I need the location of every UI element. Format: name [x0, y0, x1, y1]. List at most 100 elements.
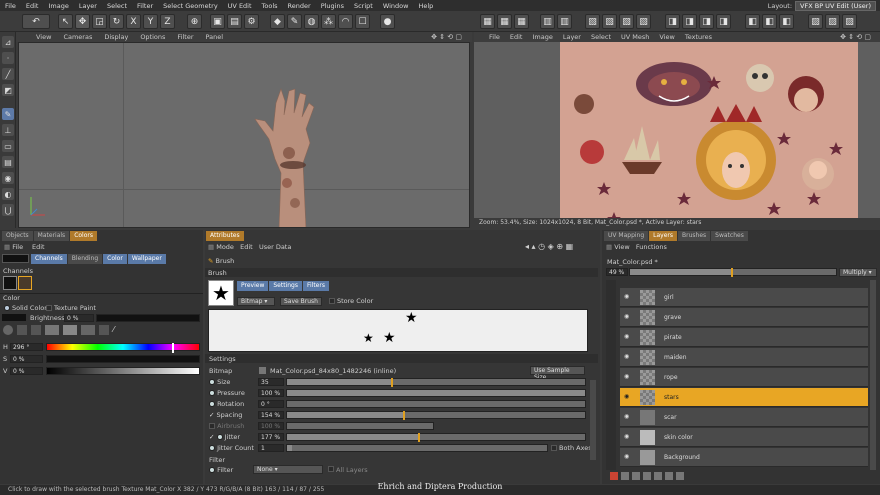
uv-menu-textures[interactable]: Textures	[680, 33, 717, 41]
visibility-eye-icon[interactable]: ◉	[624, 433, 634, 441]
uv-nav-icon[interactable]: ✥ ⇕ ⟲ ▢	[835, 33, 876, 41]
bitmap-dropdown[interactable]: Bitmap ▾	[237, 297, 275, 306]
menu-image[interactable]: Image	[43, 2, 73, 10]
size-slider[interactable]	[286, 378, 586, 387]
subtab-channels[interactable]: Channels	[31, 254, 67, 264]
all-layers-checkbox[interactable]	[328, 466, 334, 472]
3d-viewport[interactable]	[18, 42, 470, 228]
tab-swatches[interactable]: Swatches	[711, 231, 748, 241]
move-icon[interactable]: ✥	[75, 14, 90, 29]
layer-row-grave[interactable]: ◉ grave	[620, 308, 868, 327]
uv-tool-4-icon[interactable]: ▥	[540, 14, 555, 29]
spacing-field[interactable]: 154 %	[258, 411, 284, 419]
coordinate-icon[interactable]: ⊕	[187, 14, 202, 29]
visibility-eye-icon[interactable]: ◉	[624, 333, 634, 341]
subtab-preview[interactable]: Preview	[237, 281, 269, 291]
pressure-slider[interactable]	[286, 389, 586, 397]
render-view-icon[interactable]: ▣	[210, 14, 225, 29]
uv-tool-15-icon[interactable]: ◧	[762, 14, 777, 29]
tab-materials[interactable]: Materials	[33, 231, 70, 241]
viewport-menu-display[interactable]: Display	[98, 33, 134, 41]
attr-menu-user-data[interactable]: User Data	[259, 243, 291, 251]
axis-y-icon[interactable]: Y	[143, 14, 158, 29]
stamp-icon[interactable]: ⊥	[2, 124, 14, 136]
uv-tool-13-icon[interactable]: ◨	[716, 14, 731, 29]
uv-tool-18-icon[interactable]: ▨	[825, 14, 840, 29]
layout-dropdown[interactable]: VFX BP UV Edit (User)	[795, 0, 876, 11]
uv-tool-19-icon[interactable]: ▨	[842, 14, 857, 29]
uv-tool-14-icon[interactable]: ◧	[745, 14, 760, 29]
color-swatch-black[interactable]	[2, 254, 29, 263]
uv-tool-8-icon[interactable]: ▧	[619, 14, 634, 29]
live-select-icon[interactable]: ↖	[58, 14, 73, 29]
layer-row-skin-color[interactable]: ◉ skin color	[620, 428, 868, 447]
menu-uv-edit[interactable]: UV Edit	[223, 2, 257, 10]
layer-row-maiden[interactable]: ◉ maiden	[620, 348, 868, 367]
channel-color-swatch[interactable]	[3, 276, 17, 290]
menu-tools[interactable]: Tools	[257, 2, 283, 10]
merge-icon[interactable]	[654, 472, 662, 480]
uv-tool-6-icon[interactable]: ▧	[585, 14, 600, 29]
render-settings-icon[interactable]: ⚙	[244, 14, 259, 29]
paint-brush-icon[interactable]: ✎	[2, 108, 14, 120]
rotation-slider[interactable]	[286, 400, 586, 408]
duplicate-icon[interactable]	[643, 472, 651, 480]
both-axes-checkbox[interactable]	[551, 445, 557, 451]
pen-icon[interactable]: ✎	[287, 14, 302, 29]
v-field[interactable]: 0 %	[10, 367, 43, 375]
viewport-menu-cameras[interactable]: Cameras	[57, 33, 98, 41]
airbrush-field[interactable]: 100 %	[258, 422, 284, 430]
uv-menu-edit[interactable]: Edit	[505, 33, 528, 41]
fill-bucket-icon[interactable]: ◉	[2, 172, 14, 184]
save-brush-button[interactable]: Save Brush	[280, 297, 322, 306]
magnet-icon[interactable]: ⋃	[2, 204, 14, 216]
menu-layer[interactable]: Layer	[74, 2, 102, 10]
axis-x-icon[interactable]: X	[126, 14, 141, 29]
viewport-menu-options[interactable]: Options	[134, 33, 171, 41]
subtab-blending[interactable]: Blending	[67, 254, 103, 264]
hsv-icon[interactable]	[63, 325, 77, 335]
subtab-color[interactable]: Color	[103, 254, 127, 264]
hue-marker[interactable]	[171, 343, 174, 353]
layer-row-background[interactable]: ◉ Background	[620, 448, 868, 467]
blend-mode-dropdown[interactable]: Multiply ▾	[839, 268, 877, 277]
delete-layer-icon[interactable]	[676, 472, 684, 480]
jitter-field[interactable]: 177 %	[258, 433, 284, 441]
render-region-icon[interactable]: ▤	[227, 14, 242, 29]
pressure-field[interactable]: 100 %	[258, 389, 284, 397]
uv-tool-10-icon[interactable]: ◨	[665, 14, 680, 29]
menu-filter[interactable]: Filter	[132, 2, 158, 10]
polygons-mode-icon[interactable]: ◩	[2, 84, 14, 96]
attr-nav-icons[interactable]: ◂ ▴ ◷ ◈ ⊕ ▦	[525, 242, 573, 251]
deformer-icon[interactable]: ◠	[338, 14, 353, 29]
texture-paint-checkbox[interactable]	[46, 305, 52, 311]
tab-uv-mapping[interactable]: UV Mapping	[604, 231, 649, 241]
layer-row-stars[interactable]: ◉ stars	[620, 388, 868, 407]
colors-menu-edit[interactable]: Edit	[32, 243, 45, 251]
current-color-swatch[interactable]	[2, 314, 26, 321]
menu-script[interactable]: Script	[349, 2, 378, 10]
axis-z-icon[interactable]: Z	[160, 14, 175, 29]
tab-layers[interactable]: Layers	[649, 231, 678, 241]
menu-select[interactable]: Select	[102, 2, 132, 10]
spectrum-icon[interactable]	[17, 325, 27, 335]
uv-tool-16-icon[interactable]: ◧	[779, 14, 794, 29]
layer-opacity-field[interactable]: 49 %	[606, 268, 628, 276]
mask-icon[interactable]	[632, 472, 640, 480]
gradient-icon[interactable]: ▤	[2, 156, 14, 168]
solid-color-radio[interactable]	[4, 305, 10, 311]
channel-texture-swatch[interactable]	[18, 276, 32, 290]
layer-opacity-slider[interactable]	[629, 268, 837, 277]
brightness-slider[interactable]	[96, 314, 200, 322]
uv-menu-image[interactable]: Image	[527, 33, 557, 41]
viewport-menu-filter[interactable]: Filter	[171, 33, 199, 41]
uv-tool-9-icon[interactable]: ▧	[636, 14, 651, 29]
viewport-menu-view[interactable]: View	[30, 33, 57, 41]
subtab-wallpaper[interactable]: Wallpaper	[127, 254, 166, 264]
menu-plugins[interactable]: Plugins	[316, 2, 349, 10]
hue-slider[interactable]	[46, 343, 200, 353]
subdivision-icon[interactable]: ◍	[304, 14, 319, 29]
attr-menu-mode[interactable]: Mode	[216, 243, 234, 251]
attr-menu-edit[interactable]: Edit	[240, 243, 253, 251]
store-color-checkbox[interactable]	[329, 298, 335, 304]
